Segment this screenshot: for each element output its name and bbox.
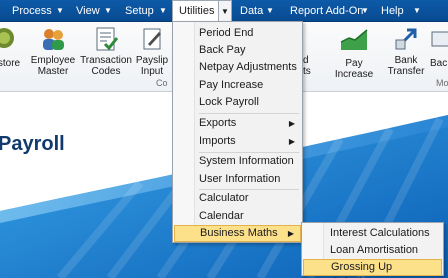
- menu-utilities-arrow-icon[interactable]: ▼: [218, 0, 232, 22]
- store-button[interactable]: store: [0, 26, 22, 69]
- menu-item-label: Exports: [199, 117, 237, 129]
- menu-process-arrow-icon[interactable]: ▼: [53, 0, 67, 22]
- menu-item-label: Calendar: [199, 210, 244, 222]
- menu-data-arrow-icon[interactable]: ▼: [263, 0, 277, 22]
- pay-increase-label: Pay Increase: [334, 58, 374, 80]
- menu-item-pay-increase[interactable]: Pay Increase: [174, 77, 301, 94]
- ribbon-group-label-company: Co: [156, 78, 168, 88]
- menu-item-label: Period End: [199, 27, 254, 39]
- menu-report-add-on[interactable]: Report Add-On: [290, 0, 363, 22]
- menu-item-label: Lock Payroll: [199, 96, 259, 108]
- transaction-codes-button[interactable]: Transaction Codes: [79, 26, 133, 77]
- menu-item-label: Interest Calculations: [330, 227, 430, 239]
- menu-process[interactable]: Process: [12, 0, 52, 22]
- pay-increase-button[interactable]: Pay Increase: [325, 26, 383, 80]
- transaction-codes-label: Transaction Codes: [80, 55, 132, 77]
- menu-item-label: Grossing Up Calculator: [331, 261, 393, 278]
- menu-item-netpay-adjustments[interactable]: Netpay Adjustments: [174, 59, 301, 76]
- menu-item-label: Loan Amortisation: [330, 244, 419, 256]
- bank-transfer-icon: [393, 26, 419, 52]
- menu-item-label: Back Pay: [199, 44, 246, 56]
- pay-increase-icon: [339, 26, 369, 52]
- menu-item-label: System Information: [199, 155, 294, 167]
- menu-item-system-information[interactable]: System Information: [174, 153, 301, 170]
- store-icon: [0, 26, 22, 52]
- menu-item-label: Netpay Adjustments: [199, 61, 297, 73]
- backup-button[interactable]: Bac: [430, 26, 448, 69]
- business-maths-submenu: Interest Calculations Loan Amortisation …: [301, 222, 444, 278]
- menu-item-label: Pay Increase: [199, 79, 264, 91]
- hidden-ribbon-button[interactable]: d ts: [303, 26, 317, 77]
- submenu-arrow-icon: ▶: [288, 119, 295, 128]
- bank-transfer-label: Bank Transfer: [387, 55, 425, 77]
- payslip-icon: [139, 26, 165, 52]
- employees-icon: [40, 26, 66, 52]
- menu-view[interactable]: View: [76, 0, 100, 22]
- menu-item-label: Calculator: [199, 192, 249, 204]
- menu-item-exports[interactable]: Exports ▶: [174, 115, 301, 132]
- menu-help[interactable]: Help: [381, 0, 404, 22]
- backup-icon: [430, 26, 448, 52]
- store-label: store: [0, 58, 21, 69]
- menu-item-label: Imports: [199, 135, 236, 147]
- page-title: Payroll: [0, 133, 65, 155]
- menu-bar: Process ▼ View ▼ Setup ▼ Utilities ▼ Dat…: [0, 0, 448, 22]
- menu-item-label: Business Maths: [200, 227, 278, 239]
- menu-item-calculator[interactable]: Calculator: [174, 190, 301, 207]
- payslip-input-button[interactable]: Payslip Input: [134, 26, 170, 77]
- menu-item-imports[interactable]: Imports ▶: [174, 133, 301, 150]
- menu-item-loan-amortisation[interactable]: Loan Amortisation: [303, 242, 442, 259]
- bank-transfer-button[interactable]: Bank Transfer: [386, 26, 426, 77]
- employee-master-button[interactable]: Employee Master: [30, 26, 76, 77]
- menu-item-lock-payroll[interactable]: Lock Payroll: [174, 94, 301, 111]
- menu-setup-arrow-icon[interactable]: ▼: [156, 0, 170, 22]
- menu-item-period-end[interactable]: Period End: [174, 25, 301, 42]
- menu-data[interactable]: Data: [240, 0, 263, 22]
- payslip-input-label: Payslip Input: [135, 55, 169, 77]
- hidden-ribbon-label: d ts: [303, 55, 311, 77]
- menu-separator: [199, 113, 299, 114]
- menu-setup[interactable]: Setup: [125, 0, 154, 22]
- menu-item-calendar[interactable]: Calendar: [174, 208, 301, 225]
- partial-icon: [303, 26, 317, 52]
- menu-view-arrow-icon[interactable]: ▼: [101, 0, 115, 22]
- menu-help-arrow-icon[interactable]: ▼: [410, 0, 424, 22]
- transaction-codes-icon: [93, 26, 119, 52]
- menu-item-interest-calculations[interactable]: Interest Calculations: [303, 225, 442, 242]
- ribbon-group-label-more: Mo: [436, 78, 448, 88]
- utilities-dropdown: Period End Back Pay Netpay Adjustments P…: [172, 21, 303, 243]
- menu-utilities[interactable]: Utilities: [172, 0, 222, 22]
- menu-item-user-information[interactable]: User Information: [174, 171, 301, 188]
- submenu-arrow-icon: ▶: [287, 229, 294, 238]
- employee-master-label: Employee Master: [30, 55, 76, 77]
- menu-item-grossing-up-calculator[interactable]: Grossing Up Calculator: [303, 259, 442, 278]
- submenu-arrow-icon: ▶: [288, 137, 295, 146]
- menu-report-add-on-arrow-icon[interactable]: ▼: [358, 0, 372, 22]
- menu-item-business-maths[interactable]: Business Maths ▶: [174, 225, 301, 242]
- backup-label: Bac: [430, 58, 448, 69]
- menu-item-label: User Information: [199, 173, 281, 185]
- menu-item-back-pay[interactable]: Back Pay: [174, 42, 301, 59]
